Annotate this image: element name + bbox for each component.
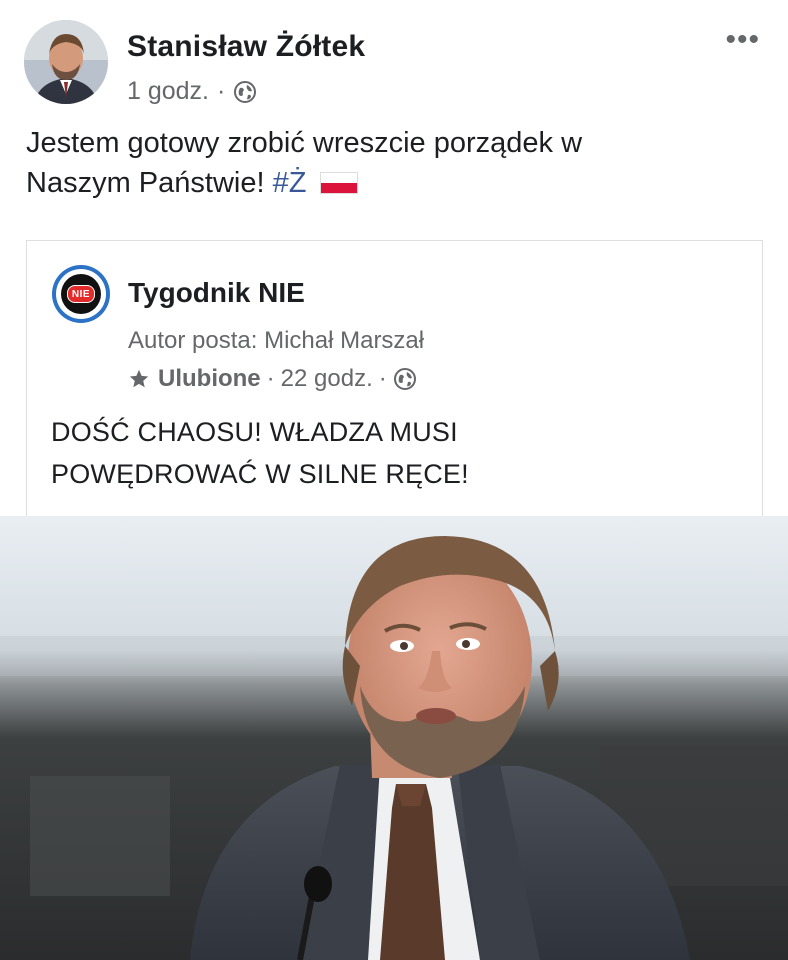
author-avatar[interactable]	[24, 20, 108, 104]
page-logo[interactable]: NIE	[52, 265, 110, 323]
post-photo[interactable]	[0, 516, 788, 960]
post-timestamp[interactable]: 1 godz.	[127, 77, 209, 106]
shared-post-timestamp[interactable]: 22 godz.	[281, 365, 373, 393]
globe-icon	[393, 368, 416, 390]
meta-separator: ·	[217, 77, 226, 105]
shared-post-card[interactable]: NIE Tygodnik NIE Autor posta: Michał Mar…	[26, 240, 763, 516]
more-options-button[interactable]: •••	[725, 25, 760, 55]
hashtag-link[interactable]: #Ż	[273, 167, 307, 199]
shared-meta-separator: ·	[266, 365, 275, 392]
page-logo-text: NIE	[67, 285, 95, 303]
post-text-line-2-prefix: Naszym Państwie!	[26, 167, 273, 199]
poland-flag-icon	[320, 172, 359, 194]
post-text-line-1: Jestem gotowy zrobić wreszcie porządek w	[26, 127, 583, 159]
globe-icon	[234, 80, 257, 103]
shared-meta-separator-2: ·	[378, 365, 387, 392]
favorites-label: Ulubione	[158, 365, 261, 392]
shared-post-meta: Ulubione · 22 godz. ·	[128, 365, 417, 393]
shared-text-line-2: POWĘDROWAĆ W SILNE RĘCE!	[51, 459, 469, 489]
shared-page-name[interactable]: Tygodnik NIE	[128, 277, 305, 309]
post-header: Stanisław Żółtek 1 godz. · •••	[24, 20, 764, 110]
post-text: Jestem gotowy zrobić wreszcie porządek w…	[26, 123, 766, 203]
star-icon	[129, 369, 149, 388]
post-meta: 1 godz. ·	[127, 77, 257, 106]
shared-text-line-1: DOŚĆ CHAOSU! WŁADZA MUSI	[51, 417, 458, 447]
shared-post-text: DOŚĆ CHAOSU! WŁADZA MUSI POWĘDROWAĆ W SI…	[51, 411, 741, 495]
post-text-line-2: Naszym Państwie! #Ż	[26, 163, 766, 203]
author-name[interactable]: Stanisław Żółtek	[127, 30, 365, 64]
shared-post-author: Autor posta: Michał Marszał	[128, 327, 425, 354]
